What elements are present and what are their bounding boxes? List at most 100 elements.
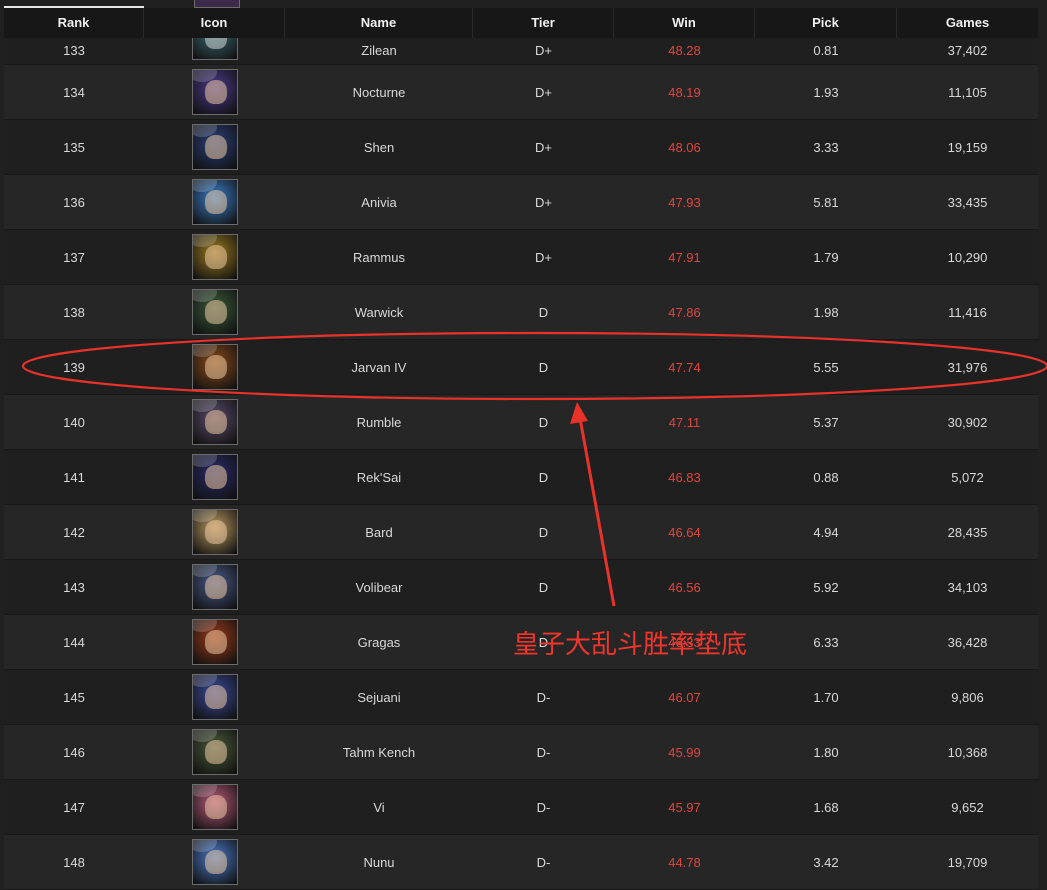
name-cell[interactable]: Warwick (285, 305, 473, 320)
table-row[interactable]: 147 Vi D- 45.97 1.68 9,652 (4, 780, 1038, 835)
table-row[interactable]: 145 Sejuani D- 46.07 1.70 9,806 (4, 670, 1038, 725)
table-row[interactable]: 140 Rumble D 47.11 5.37 30,902 (4, 395, 1038, 450)
header-icon[interactable]: Icon (144, 8, 285, 38)
icon-cell (144, 399, 285, 445)
games-cell: 10,368 (947, 744, 988, 760)
name-cell[interactable]: Volibear (285, 580, 473, 595)
games-cell: 19,709 (947, 854, 988, 870)
nunu-icon[interactable] (191, 839, 238, 885)
name-cell[interactable]: Nunu (285, 855, 473, 870)
header-rank[interactable]: Rank (4, 8, 144, 38)
table-row[interactable]: 146 Tahm Kench D- 45.99 1.80 10,368 (4, 725, 1038, 780)
rumble-icon[interactable] (191, 399, 238, 445)
pick-cell: 6.33 (813, 634, 839, 650)
rank-cell: 137 (63, 249, 85, 265)
pick-cell: 5.81 (813, 194, 839, 210)
win-cell: 47.74 (668, 359, 701, 375)
win-cell: 46.83 (668, 469, 701, 485)
rank-cell: 138 (63, 304, 85, 320)
header-tier[interactable]: Tier (473, 8, 614, 38)
name-cell[interactable]: Jarvan IV (285, 360, 473, 375)
table-row[interactable]: 143 Volibear D 46.56 5.92 34,103 (4, 560, 1038, 615)
rank-cell: 144 (63, 634, 85, 650)
gragas-icon[interactable] (191, 619, 238, 665)
games-cell: 10,290 (947, 249, 988, 265)
pick-cell: 1.70 (813, 689, 839, 705)
partial-champion-icon (194, 0, 240, 8)
icon-cell (144, 454, 285, 500)
name-cell[interactable]: Vi (285, 800, 473, 815)
rank-cell: 148 (63, 854, 85, 870)
name-cell[interactable]: Rammus (285, 250, 473, 265)
icon-cell (144, 784, 285, 830)
games-cell: 30,902 (947, 414, 988, 430)
name-cell[interactable]: Shen (285, 140, 473, 155)
tier-cell: D- (536, 854, 551, 870)
name-cell[interactable]: Nocturne (285, 85, 473, 100)
icon-cell (144, 564, 285, 610)
jarvan-iv-icon[interactable] (191, 344, 238, 390)
header-games[interactable]: Games (897, 8, 1038, 38)
table-row[interactable]: 136 Anivia D+ 47.93 5.81 33,435 (4, 175, 1038, 230)
pick-cell: 5.37 (813, 414, 839, 430)
icon-cell (144, 124, 285, 170)
win-cell: 47.86 (668, 304, 701, 320)
tier-cell: D (538, 524, 549, 540)
table-row[interactable]: 148 Nunu D- 44.78 3.42 19,709 (4, 835, 1038, 890)
volibear-icon[interactable] (191, 564, 238, 610)
warwick-icon[interactable] (191, 289, 238, 335)
tahm-kench-icon[interactable] (191, 729, 238, 775)
games-cell: 28,435 (947, 524, 988, 540)
tier-cell: D+ (535, 194, 552, 210)
table-row[interactable]: 139 Jarvan IV D 47.74 5.55 31,976 (4, 340, 1038, 395)
pick-cell: 4.94 (813, 524, 839, 540)
pick-cell: 1.93 (813, 84, 839, 100)
name-cell[interactable]: Bard (285, 525, 473, 540)
icon-cell (144, 289, 285, 335)
games-cell: 11,416 (948, 304, 987, 320)
pick-cell: 3.42 (813, 854, 839, 870)
name-cell[interactable]: Tahm Kench (285, 745, 473, 760)
win-cell: 46.64 (668, 524, 701, 540)
name-cell[interactable]: Anivia (285, 195, 473, 210)
icon-cell (144, 674, 285, 720)
table-header: Rank Icon Name Tier Win Pick Games (4, 8, 1038, 38)
sejuani-icon[interactable] (191, 674, 238, 720)
icon-cell (144, 729, 285, 775)
icon-cell (144, 179, 285, 225)
rank-cell: 147 (63, 799, 85, 815)
shen-icon[interactable] (191, 124, 238, 170)
table-row[interactable]: 137 Rammus D+ 47.91 1.79 10,290 (4, 230, 1038, 285)
rank-cell: 145 (63, 689, 85, 705)
table-row[interactable]: 138 Warwick D 47.86 1.98 11,416 (4, 285, 1038, 340)
win-cell: 48.06 (668, 139, 701, 155)
table-row[interactable]: 134 Nocturne D+ 48.19 1.93 11,105 (4, 65, 1038, 120)
icon-cell (144, 234, 285, 280)
vi-icon[interactable] (191, 784, 238, 830)
games-cell: 36,428 (947, 634, 988, 650)
champion-stats-screen: Rank Icon Name Tier Win Pick Games 133 Z… (0, 0, 1047, 890)
anivia-icon[interactable] (191, 179, 238, 225)
reksai-icon[interactable] (191, 454, 238, 500)
rammus-icon[interactable] (191, 234, 238, 280)
name-cell[interactable]: Rumble (285, 415, 473, 430)
sort-indicator (4, 6, 144, 8)
table-row[interactable]: 142 Bard D 46.64 4.94 28,435 (4, 505, 1038, 560)
tier-cell: D+ (535, 139, 552, 155)
tier-cell: D (538, 359, 549, 375)
tier-cell: D- (536, 744, 551, 760)
rank-cell: 143 (63, 579, 85, 595)
pick-cell: 0.88 (813, 469, 839, 485)
win-cell: 48.19 (668, 84, 701, 100)
table-row[interactable]: 141 Rek'Sai D 46.83 0.88 5,072 (4, 450, 1038, 505)
header-pick[interactable]: Pick (755, 8, 897, 38)
name-cell[interactable]: Sejuani (285, 690, 473, 705)
name-cell[interactable]: Rek'Sai (285, 470, 473, 485)
name-cell[interactable]: Gragas (285, 635, 473, 650)
table-row[interactable]: 135 Shen D+ 48.06 3.33 19,159 (4, 120, 1038, 175)
header-win[interactable]: Win (614, 8, 755, 38)
header-name[interactable]: Name (285, 8, 473, 38)
bard-icon[interactable] (191, 509, 238, 555)
icon-cell (144, 839, 285, 885)
nocturne-icon[interactable] (191, 69, 238, 115)
